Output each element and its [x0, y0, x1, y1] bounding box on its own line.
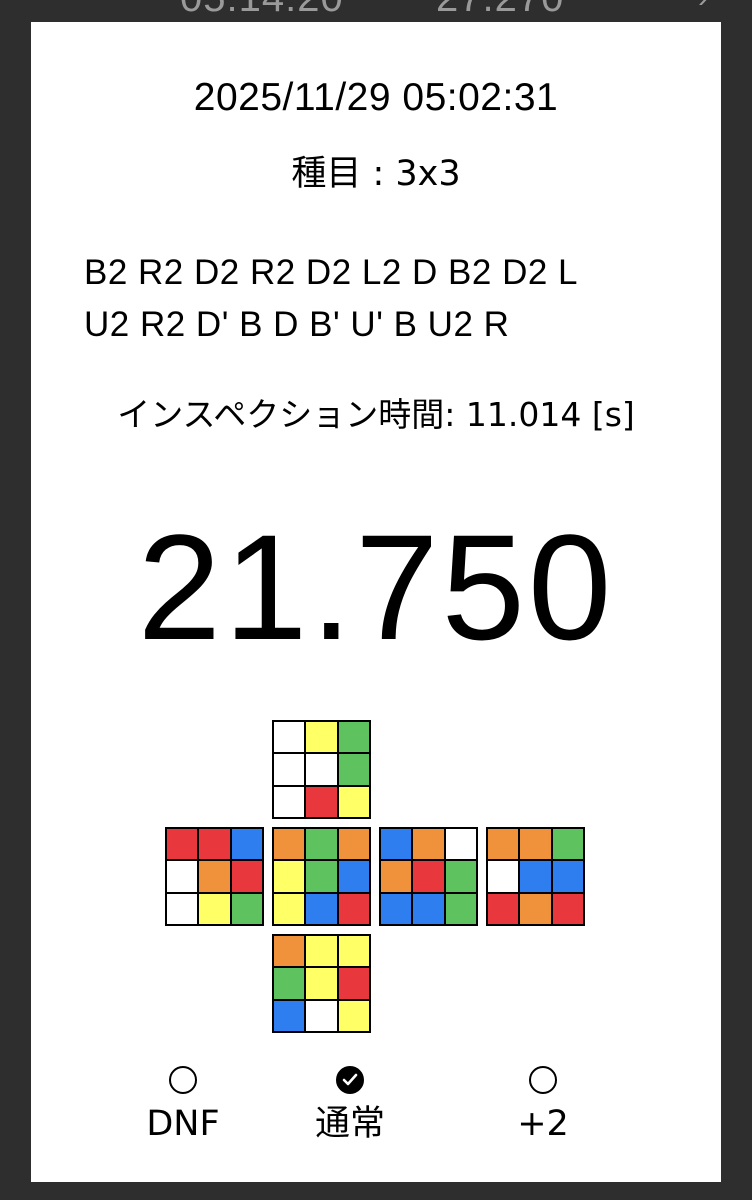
penalty-option-normal[interactable]: 通常 [280, 1062, 420, 1146]
cube-sticker [552, 893, 583, 924]
cube-sticker [338, 1000, 369, 1031]
cube-sticker [338, 829, 369, 860]
cube-sticker [306, 1000, 337, 1031]
cube-sticker [274, 754, 305, 785]
background-times-peek: 05:14:20 27.270 › [0, 0, 752, 22]
cube-sticker [231, 829, 262, 860]
cube-sticker [306, 968, 337, 999]
cube-sticker [199, 829, 230, 860]
radio-plus2[interactable] [529, 1066, 557, 1094]
cube-sticker [274, 893, 305, 924]
cube-sticker [306, 861, 337, 892]
cube-sticker [274, 861, 305, 892]
cube-sticker [167, 893, 198, 924]
background-time-middle: 27.270 [436, 0, 564, 20]
cube-face-left [165, 827, 264, 926]
cube-sticker [552, 829, 583, 860]
cube-sticker [274, 968, 305, 999]
cube-sticker [306, 786, 337, 817]
cube-sticker [381, 829, 412, 860]
cube-sticker [520, 893, 551, 924]
cube-sticker [520, 861, 551, 892]
cube-sticker [231, 861, 262, 892]
solve-detail-card: 2025/11/29 05:02:31 種目 : 3x3 B2 R2 D2 R2… [31, 22, 721, 1182]
cube-sticker [381, 893, 412, 924]
cube-face-front [272, 827, 371, 926]
cube-sticker [488, 861, 519, 892]
cube-sticker [413, 893, 444, 924]
cube-face-back [486, 827, 585, 926]
cube-sticker [488, 893, 519, 924]
cube-face-right [379, 827, 478, 926]
penalty-label-normal: 通常 [314, 1104, 385, 1144]
cube-sticker [306, 829, 337, 860]
cube-sticker [338, 893, 369, 924]
cube-sticker [381, 861, 412, 892]
cube-sticker [306, 893, 337, 924]
cube-sticker [274, 786, 305, 817]
cube-sticker [274, 829, 305, 860]
cube-sticker [338, 754, 369, 785]
cube-sticker [199, 893, 230, 924]
cube-sticker [274, 1000, 305, 1031]
penalty-option-dnf[interactable]: DNF [113, 1062, 253, 1146]
cube-sticker [520, 829, 551, 860]
cube-face-up [272, 720, 371, 819]
cube-sticker [338, 722, 369, 753]
cube-sticker [445, 893, 476, 924]
cube-sticker [413, 829, 444, 860]
cube-face-down [272, 934, 371, 1033]
cube-sticker [306, 754, 337, 785]
cube-sticker [338, 936, 369, 967]
checkmark-icon [342, 1073, 358, 1086]
cube-sticker [199, 861, 230, 892]
cube-sticker [338, 861, 369, 892]
cube-sticker [445, 829, 476, 860]
penalty-label-dnf: DNF [146, 1104, 220, 1144]
background-time-left: 05:14:20 [180, 0, 344, 20]
cube-sticker [338, 968, 369, 999]
cube-sticker [167, 829, 198, 860]
cube-sticker [488, 829, 519, 860]
cube-sticker [552, 861, 583, 892]
cube-sticker [413, 861, 444, 892]
cube-sticker [306, 722, 337, 753]
radio-normal[interactable] [336, 1066, 364, 1094]
penalty-option-plus2[interactable]: +2 [473, 1062, 613, 1146]
cube-sticker [445, 861, 476, 892]
radio-dnf[interactable] [169, 1066, 197, 1094]
cube-sticker [274, 936, 305, 967]
background-chevron: › [698, 0, 709, 20]
cube-sticker [306, 936, 337, 967]
cube-sticker [167, 861, 198, 892]
cube-sticker [338, 786, 369, 817]
penalty-label-plus2: +2 [517, 1104, 569, 1144]
cube-sticker [274, 722, 305, 753]
cube-net-diagram [31, 22, 721, 1182]
cube-sticker [231, 893, 262, 924]
